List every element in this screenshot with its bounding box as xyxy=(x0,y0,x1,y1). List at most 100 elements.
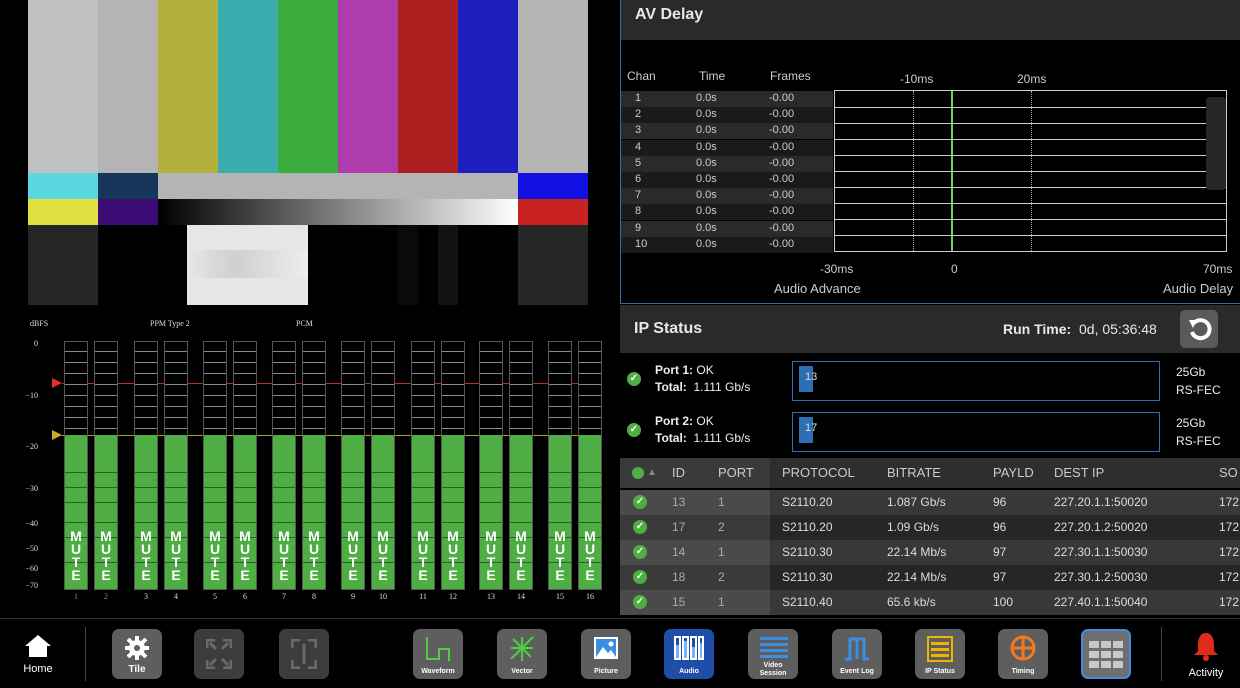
channel-label-15: 15 xyxy=(556,592,564,601)
port-1-flow-id: 13 xyxy=(805,371,818,383)
row-frames: -0.00 xyxy=(769,221,795,234)
mute-indicator: MUTE xyxy=(347,528,359,583)
meter-scale xyxy=(95,342,117,435)
audio-button[interactable]: Audio xyxy=(664,629,714,679)
picture-button[interactable]: Picture xyxy=(581,629,631,679)
audio-meter-ch10: MUTE xyxy=(371,341,395,590)
mute-indicator: MUTE xyxy=(485,528,497,583)
flow-table-row[interactable]: ✓ 15 1 S2110.40 65.6 kb/s 100 227.40.1.1:50040… xyxy=(620,590,1240,615)
audio-meter-ch15: MUTE xyxy=(548,341,572,590)
row-frames: -0.00 xyxy=(769,92,795,104)
swap-button[interactable] xyxy=(279,629,329,679)
flow-table: ▲ ID PORT PROTOCOL BITRATE PAYLD DEST IP… xyxy=(620,458,1240,623)
mute-indicator: MUTE xyxy=(308,528,320,583)
color-bar-row4-gray-left xyxy=(28,225,98,305)
av-delay-title: AV Delay xyxy=(635,6,704,23)
flow-table-row[interactable]: ✓ 18 2 S2110.30 22.14 Mb/s 97 227.30.1.2:50030… xyxy=(620,565,1240,590)
tile-button[interactable]: Tile xyxy=(112,629,162,679)
cell-protocol: S2110.40 xyxy=(782,595,833,609)
flow-table-row[interactable]: ✓ 14 1 S2110.30 22.14 Mb/s 97 227.30.1.1:50030… xyxy=(620,540,1240,565)
status-sort-icon[interactable] xyxy=(632,467,644,479)
layout-grid-button[interactable] xyxy=(1081,629,1131,679)
port-1-row: ✓ Port 1: OK Total: 1.111 Gb/s 13 25Gb R… xyxy=(620,357,1240,403)
header-protocol[interactable]: PROTOCOL xyxy=(782,458,855,488)
ip-status-tile[interactable]: IP Status Run Time: 0d, 05:36:48 ✓ Port … xyxy=(620,305,1240,618)
header-id[interactable]: ID xyxy=(672,458,685,488)
fullscreen-button[interactable] xyxy=(194,629,244,679)
waveform-icon xyxy=(426,637,450,661)
vector-button[interactable]: Vector xyxy=(497,629,547,679)
row-frames: -0.00 xyxy=(769,140,795,153)
picture-tile[interactable] xyxy=(0,0,588,305)
row-frames: -0.00 xyxy=(769,173,795,185)
port-1-status: OK xyxy=(696,363,714,377)
port-1-fec: RS-FEC xyxy=(1176,383,1221,397)
activity-button[interactable]: Activity xyxy=(1178,629,1234,681)
top-tick-minus10: -10ms xyxy=(900,72,934,86)
waveform-label: Waveform xyxy=(421,668,455,675)
channel-label-7: 7 xyxy=(282,592,286,601)
port-2-fec: RS-FEC xyxy=(1176,434,1221,448)
timing-icon xyxy=(1010,635,1036,661)
row-time: 0.0s xyxy=(696,221,717,234)
av-delay-tile[interactable]: AV Delay Chan Time Frames -10ms 20ms 1 0.… xyxy=(620,0,1240,304)
ip-status-button[interactable]: IP Status xyxy=(915,629,965,679)
scale-20: −20 xyxy=(25,442,38,451)
header-source[interactable]: SO xyxy=(1219,458,1238,488)
sort-arrow-icon[interactable]: ▲ xyxy=(647,458,657,488)
flow-ok-icon: ✓ xyxy=(633,545,647,559)
scale-50: −50 xyxy=(25,544,38,553)
channel-label-5: 5 xyxy=(213,592,217,601)
header-payload[interactable]: PAYLD xyxy=(993,458,1034,488)
video-session-button[interactable]: Video Session xyxy=(748,629,798,679)
cell-port: 2 xyxy=(718,570,725,584)
cell-src: 172 xyxy=(1219,495,1240,509)
run-time-value: 0d, 05:36:48 xyxy=(1079,321,1157,337)
event-log-button[interactable]: Event Log xyxy=(832,629,882,679)
meter-scale xyxy=(234,342,256,435)
port-1-ok-icon: ✓ xyxy=(627,372,641,386)
color-bar-row2-cyan xyxy=(28,173,98,199)
scale-10: −10 xyxy=(25,391,38,400)
meter-scale xyxy=(480,342,502,435)
meter-scale xyxy=(372,342,394,435)
audio-meter-ch14: MUTE xyxy=(509,341,533,590)
flow-table-row[interactable]: ✓ 13 1 S2110.20 1.087 Gb/s 96 227.20.1.1:50020… xyxy=(620,490,1240,515)
scale-30: −30 xyxy=(25,484,38,493)
color-bar-row4-white-inner xyxy=(187,250,308,278)
cell-bitrate: 65.6 kb/s xyxy=(887,595,936,609)
home-button[interactable]: Home xyxy=(12,629,64,681)
meter-scale xyxy=(342,342,364,435)
color-bar-gray xyxy=(28,0,98,173)
channel-label-12: 12 xyxy=(449,592,457,601)
audio-label: Audio xyxy=(679,668,699,675)
picture-label: Picture xyxy=(594,668,618,675)
video-session-label: Video Session xyxy=(759,662,787,677)
audio-tile[interactable]: dBFS PPM Type 2 PCM 0 −10 −20 −30 −40 −5… xyxy=(0,305,610,618)
mute-indicator: MUTE xyxy=(554,528,566,583)
cell-id: 15 xyxy=(672,595,686,609)
timing-button[interactable]: Timing xyxy=(998,629,1048,679)
port-2-bandwidth-bar: 17 xyxy=(792,412,1160,452)
color-bar-row2-gray xyxy=(158,173,518,199)
header-port[interactable]: PORT xyxy=(718,458,754,488)
row-time: 0.0s xyxy=(696,140,717,153)
meter-scale xyxy=(65,342,87,435)
channel-label-6: 6 xyxy=(243,592,247,601)
reset-button[interactable] xyxy=(1180,310,1218,348)
plot-row-divider xyxy=(835,203,1226,204)
port-2-status: OK xyxy=(696,414,714,428)
color-bar-blue xyxy=(458,0,518,173)
header-dest-ip[interactable]: DEST IP xyxy=(1054,458,1104,488)
plot-row-divider xyxy=(835,171,1226,172)
cell-dest: 227.20.1.2:50020 xyxy=(1054,520,1148,534)
meter-scale xyxy=(579,342,601,435)
meter-scale xyxy=(204,342,226,435)
flow-table-row[interactable]: ✓ 17 2 S2110.20 1.09 Gb/s 96 227.20.1.2:50020 1… xyxy=(620,515,1240,540)
header-bitrate[interactable]: BITRATE xyxy=(887,458,941,488)
taskbar: Home Tile Waveform Vector Picture Audio xyxy=(0,618,1240,688)
scale-40: −40 xyxy=(25,519,38,528)
row-frames: -0.00 xyxy=(769,237,795,250)
av-delay-scrollbar[interactable] xyxy=(1206,97,1226,190)
waveform-button[interactable]: Waveform xyxy=(413,629,463,679)
